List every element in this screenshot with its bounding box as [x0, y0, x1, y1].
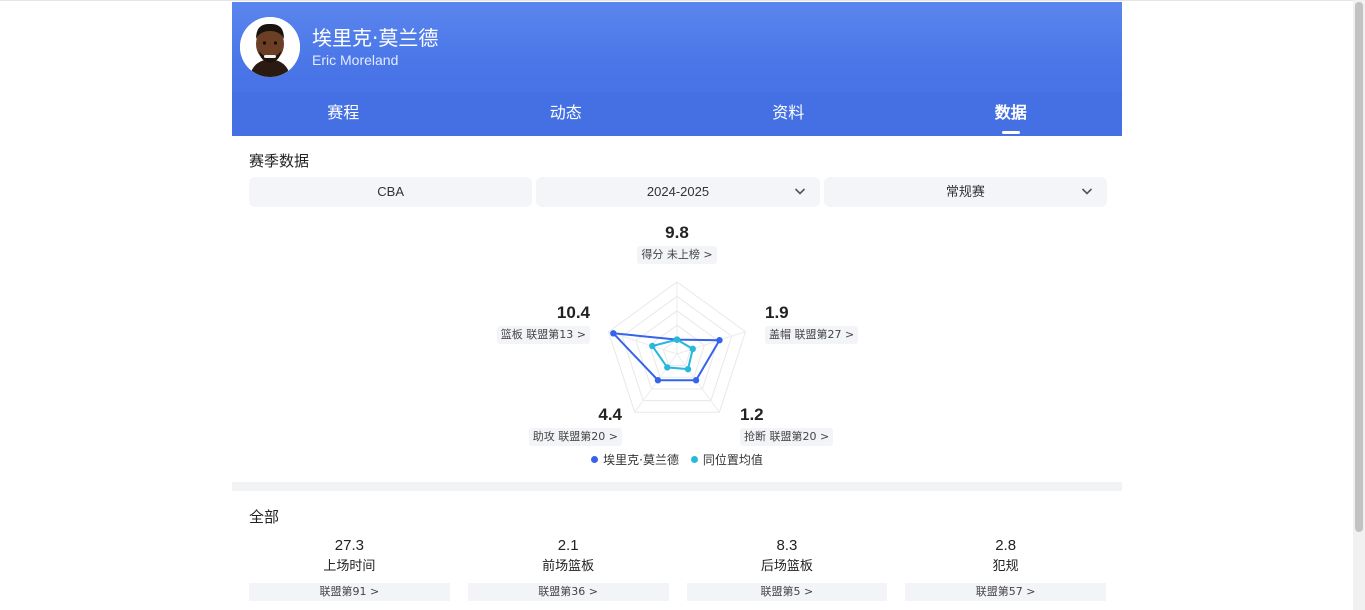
- stat-defensive-rebounds: 8.3 后场篮板 联盟第5 >: [686, 537, 888, 601]
- assists-rank-tag[interactable]: 助攻 联盟第20 >: [528, 428, 622, 446]
- stat-fouls: 2.8 犯规 联盟第57 >: [905, 537, 1106, 601]
- blocks-rank-tag[interactable]: 盖帽 联盟第27 >: [765, 326, 859, 344]
- radar-label-steals: 1.2 抢断 联盟第20 >: [740, 405, 834, 446]
- all-section-title: 全部: [249, 508, 280, 526]
- player-series-point-assists: [654, 377, 662, 384]
- stat-rank-button[interactable]: 联盟第91 >: [249, 583, 450, 601]
- stat-offensive-rebounds: 2.1 前场篮板 联盟第36 >: [467, 537, 669, 601]
- legend-dot-player: [591, 456, 599, 463]
- points-rank-tag[interactable]: 得分 未上榜 >: [637, 246, 717, 264]
- average-series-point-rebounds: [649, 342, 656, 350]
- player-series-point-rebounds: [610, 330, 617, 337]
- radar-legend: 埃里克·莫兰德 同位置均值: [232, 451, 1122, 468]
- points-value: 9.8: [665, 223, 689, 242]
- radar-label-blocks: 1.9 盖帽 联盟第27 >: [765, 303, 859, 344]
- stat-rank-button[interactable]: 联盟第57 >: [905, 583, 1106, 601]
- average-series-point-assists: [664, 364, 671, 371]
- legend-player-label: 埃里克·莫兰德: [603, 453, 679, 467]
- average-series-polygon: [650, 338, 694, 371]
- stat-minutes: 27.3 上场时间 联盟第91 >: [249, 537, 450, 601]
- player-series-point-steals: [692, 377, 700, 384]
- steals-rank-text: 抢断 联盟第20: [744, 430, 817, 443]
- blocks-rank-text: 盖帽 联盟第27: [769, 328, 842, 341]
- rebounds-rank-tag[interactable]: 篮板 联盟第13 >: [496, 326, 590, 344]
- stat-rank-button[interactable]: 联盟第5 >: [686, 583, 888, 601]
- radar-label-points: 9.8 得分 未上榜 >: [627, 223, 727, 264]
- stat-label: 犯规: [992, 559, 1019, 574]
- stat-rank-text: 联盟第57: [975, 585, 1023, 598]
- assists-rank-text: 助攻 联盟第20: [532, 430, 606, 443]
- legend-dot-average: [690, 456, 698, 463]
- legend-player: 埃里克·莫兰德: [591, 453, 679, 467]
- player-page: 埃里克·莫兰德 Eric Moreland 赛程 动态 资料 数据 赛季数据 C…: [232, 2, 1122, 610]
- average-series-point-points: [673, 336, 681, 343]
- stats-grid: 27.3 上场时间 联盟第91 > 2.1 前场篮板 联盟第36 > 8.3 后…: [249, 537, 1106, 601]
- rebounds-rank-text: 篮板 联盟第13: [500, 328, 574, 341]
- player-series-point-blocks: [716, 337, 723, 344]
- stat-label: 前场篮板: [542, 559, 595, 574]
- stat-value: 2.1: [557, 537, 579, 554]
- stat-value: 27.3: [334, 537, 364, 554]
- steals-rank-tag[interactable]: 抢断 联盟第20 >: [740, 428, 834, 446]
- average-series-point-steals: [684, 365, 692, 373]
- scrollbar-thumb[interactable]: [1355, 2, 1363, 532]
- legend-average-label: 同位置均值: [702, 453, 763, 467]
- stat-rank-text: 联盟第36: [538, 585, 586, 598]
- section-divider: [232, 482, 1122, 491]
- average-series-point-blocks: [689, 345, 696, 353]
- radar-label-rebounds: 10.4 篮板 联盟第13 >: [490, 303, 590, 344]
- page-scrollbar[interactable]: [1353, 0, 1365, 610]
- stat-rank-button[interactable]: 联盟第36 >: [467, 583, 669, 601]
- assists-value: 4.4: [598, 405, 622, 424]
- legend-average: 同位置均值: [690, 453, 763, 467]
- stat-label: 上场时间: [323, 559, 376, 574]
- points-rank-text: 得分 未上榜: [641, 248, 700, 261]
- stat-rank-text: 联盟第91: [319, 585, 367, 598]
- steals-value: 1.2: [740, 405, 764, 424]
- radar-label-assists: 4.4 助攻 联盟第20 >: [522, 405, 622, 446]
- stat-rank-text: 联盟第5: [760, 585, 801, 598]
- stat-label: 后场篮板: [760, 559, 813, 574]
- stat-value: 2.8: [995, 537, 1017, 554]
- top-border: [0, 0, 1365, 1]
- rebounds-value: 10.4: [556, 303, 590, 322]
- blocks-value: 1.9: [765, 303, 789, 322]
- stat-value: 8.3: [776, 537, 798, 554]
